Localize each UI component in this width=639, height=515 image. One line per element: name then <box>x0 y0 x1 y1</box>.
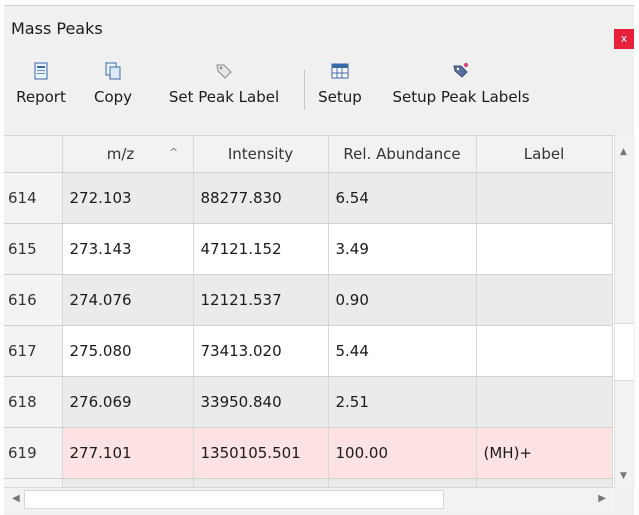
label-cell[interactable]: (MH)+ <box>476 427 613 479</box>
copy-label: Copy <box>93 88 133 106</box>
copy-icon <box>105 62 121 80</box>
rel-abundance-cell[interactable]: 5.44 <box>328 325 477 377</box>
rel-abundance-cell[interactable]: 100.00 <box>328 427 477 479</box>
row-number: 615 <box>4 223 63 275</box>
row-number: 614 <box>4 172 63 224</box>
rel-abundance-column-header[interactable]: Rel. Abundance <box>328 136 477 173</box>
row-number: 617 <box>4 325 63 377</box>
label-cell[interactable] <box>476 274 613 326</box>
rel-abundance-cell[interactable]: 6.54 <box>328 172 477 224</box>
rel-abundance-cell[interactable]: 2.51 <box>328 376 477 428</box>
label-cell[interactable] <box>476 223 613 275</box>
table-row[interactable]: 616 274.076 12121.537 0.90 <box>4 274 613 326</box>
toolbar: Report Copy Set Peak Label Setup Setup P… <box>4 62 634 135</box>
table-row[interactable]: 618 276.069 33950.840 2.51 <box>4 376 613 428</box>
table-row[interactable]: 615 273.143 47121.152 3.49 <box>4 223 613 275</box>
table-header-row: m/z ^ Intensity Rel. Abundance Label <box>4 136 613 173</box>
tag-icon <box>216 64 232 79</box>
row-number: 618 <box>4 376 63 428</box>
mz-cell[interactable]: 272.103 <box>62 172 194 224</box>
intensity-cell[interactable]: 47121.152 <box>193 223 329 275</box>
table-row[interactable]: 617 275.080 73413.020 5.44 <box>4 325 613 377</box>
label-cell[interactable] <box>476 325 613 377</box>
mz-header-label: m/z <box>106 145 135 163</box>
table-row-highlighted[interactable]: 619 277.101 1350105.501 100.00 (MH)+ <box>4 427 613 479</box>
copy-button[interactable]: Copy <box>92 62 134 106</box>
sort-ascending-icon: ^ <box>169 146 179 159</box>
label-column-header[interactable]: Label <box>476 136 613 173</box>
mz-cell[interactable]: 274.076 <box>62 274 194 326</box>
window-title: Mass Peaks <box>11 19 103 38</box>
intensity-cell[interactable]: 33950.840 <box>193 376 329 428</box>
mass-peaks-table: m/z ^ Intensity Rel. Abundance Label 614… <box>4 135 614 488</box>
scroll-right-icon[interactable]: ▶ <box>598 493 606 504</box>
row-number: 619 <box>4 427 63 479</box>
intensity-column-header[interactable]: Intensity <box>193 136 329 173</box>
mz-column-header[interactable]: m/z ^ <box>62 136 194 173</box>
intensity-cell[interactable]: 1350105.501 <box>193 427 329 479</box>
scroll-down-icon[interactable]: ▼ <box>620 471 627 481</box>
setup-peak-labels-button[interactable]: Setup Peak Labels <box>386 62 536 106</box>
row-number-header[interactable] <box>4 136 63 173</box>
grid-setup-icon <box>331 63 349 79</box>
mass-peaks-window: Mass Peaks x Report Copy Set Peak Label … <box>4 5 635 515</box>
report-label: Report <box>16 88 66 106</box>
label-cell[interactable] <box>476 376 613 428</box>
row-number: 616 <box>4 274 63 326</box>
vertical-scroll-thumb[interactable] <box>615 323 634 381</box>
report-button[interactable]: Report <box>8 62 74 106</box>
set-peak-label-button[interactable]: Set Peak Label <box>159 62 289 106</box>
rel-abundance-cell[interactable]: 3.49 <box>328 223 477 275</box>
horizontal-scroll-thumb[interactable] <box>24 490 444 509</box>
table-row[interactable]: 614 272.103 88277.830 6.54 <box>4 172 613 224</box>
setup-button[interactable]: Setup <box>314 62 366 106</box>
intensity-cell[interactable]: 73413.020 <box>193 325 329 377</box>
setup-label: Setup <box>318 88 362 106</box>
horizontal-scrollbar[interactable]: ◀ ▶ <box>4 487 614 512</box>
scroll-left-icon[interactable]: ◀ <box>12 493 20 504</box>
mz-cell[interactable]: 275.080 <box>62 325 194 377</box>
toolbar-separator <box>304 70 305 110</box>
mz-cell[interactable]: 276.069 <box>62 376 194 428</box>
mz-cell[interactable]: 277.101 <box>62 427 194 479</box>
scroll-up-icon[interactable]: ▲ <box>620 147 627 157</box>
vertical-scrollbar[interactable]: ▲ ▼ <box>614 135 635 487</box>
intensity-cell[interactable]: 12121.537 <box>193 274 329 326</box>
tag-setup-icon <box>453 62 469 78</box>
mz-cell[interactable]: 273.143 <box>62 223 194 275</box>
label-cell[interactable] <box>476 172 613 224</box>
rel-abundance-cell[interactable]: 0.90 <box>328 274 477 326</box>
report-icon <box>34 62 48 80</box>
set-peak-label-label: Set Peak Label <box>168 88 280 106</box>
close-button[interactable]: x <box>614 29 634 49</box>
title-bar: Mass Peaks x <box>4 6 634 62</box>
intensity-cell[interactable]: 88277.830 <box>193 172 329 224</box>
setup-peak-labels-label: Setup Peak Labels <box>392 88 530 106</box>
